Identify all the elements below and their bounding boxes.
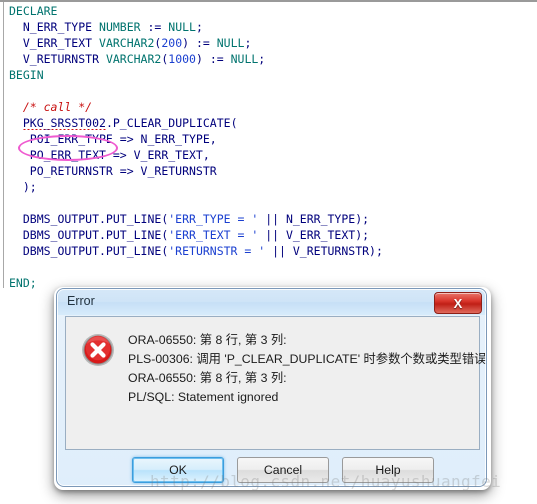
code-line-4: V_RETURNSTR VARCHAR2(1000) := NULL; <box>9 52 266 66</box>
code-line-procedure-call: PKG_SRSST002.P_CLEAR_DUPLICATE( <box>22 116 238 130</box>
code-keyword-end: END; <box>9 276 37 290</box>
code-text-area[interactable]: DECLARE N_ERR_TYPE NUMBER := NULL; V_ERR… <box>9 3 383 291</box>
code-line-param-1: POI_ERR_TYPE => N_ERR_TYPE, <box>9 132 217 146</box>
code-line-param-3: PO_RETURNSTR => V_RETURNSTR <box>9 164 217 178</box>
dialog-button-bar: OK Cancel Help <box>57 457 486 486</box>
close-button[interactable]: X <box>434 292 482 314</box>
editor-gutter-divider <box>3 2 4 288</box>
code-comment: /* call */ <box>9 100 93 114</box>
code-keyword-begin: BEGIN <box>9 68 44 82</box>
code-line-output-1: DBMS_OUTPUT.PUT_LINE('ERR_TYPE = ' || N_… <box>9 212 370 226</box>
error-message-line-4: PL/SQL: Statement ignored <box>128 390 279 404</box>
editor-top-divider <box>0 0 537 2</box>
error-message-line-2: PLS-00306: 调用 'P_CLEAR_DUPLICATE' 时参数个数或… <box>128 352 487 366</box>
code-keyword-declare: DECLARE <box>9 4 58 18</box>
dialog-titlebar[interactable]: Error X <box>57 289 486 315</box>
code-line-2: N_ERR_TYPE NUMBER := NULL; <box>9 20 203 34</box>
close-icon: X <box>453 295 463 311</box>
code-line-output-3: DBMS_OUTPUT.PUT_LINE('RETURNSTR = ' || V… <box>9 244 383 258</box>
code-line-param-2: PO_ERR_TEXT => V_ERR_TEXT, <box>9 148 210 162</box>
error-message-line-3: ORA-06550: 第 8 行, 第 3 列: <box>128 371 287 385</box>
error-circle-x-icon <box>82 334 114 366</box>
help-button[interactable]: Help <box>342 457 434 483</box>
dialog-title: Error <box>67 294 95 308</box>
code-line-output-2: DBMS_OUTPUT.PUT_LINE('ERR_TEXT = ' || V_… <box>9 228 370 242</box>
dialog-content-panel: ORA-06550: 第 8 行, 第 3 列: PLS-00306: 调用 '… <box>65 316 487 450</box>
code-line-call-close: ); <box>9 180 37 194</box>
error-message-block: ORA-06550: 第 8 行, 第 3 列: PLS-00306: 调用 '… <box>128 331 487 407</box>
ok-button[interactable]: OK <box>132 457 224 483</box>
cancel-button[interactable]: Cancel <box>237 457 329 483</box>
error-dialog[interactable]: Error X ORA-06550: 第 8 行, 第 3 列: PLS-003… <box>56 288 487 487</box>
error-message-line-1: ORA-06550: 第 8 行, 第 3 列: <box>128 333 287 347</box>
code-line-3: V_ERR_TEXT VARCHAR2(200) := NULL; <box>9 36 252 50</box>
